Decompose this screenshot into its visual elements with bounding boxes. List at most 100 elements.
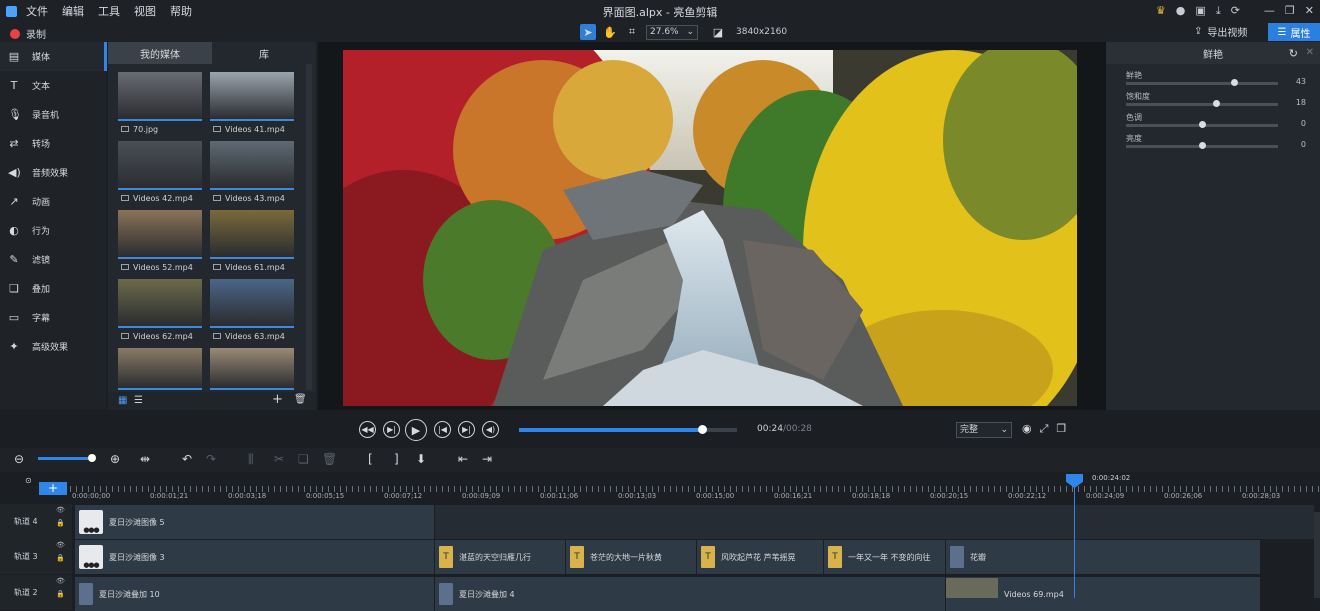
media-thumbnail[interactable]: 70.jpg (118, 72, 202, 138)
timeline-clip[interactable]: 花瓣 (945, 540, 1260, 574)
pointer-icon[interactable]: ➤ (580, 24, 596, 40)
property-slider[interactable]: 鲜艳 43 (1126, 70, 1306, 90)
properties-button[interactable]: ☰ 属性 (1268, 23, 1320, 41)
crown-icon[interactable]: ♛ (1156, 4, 1166, 18)
slider-track[interactable] (1126, 103, 1278, 106)
preview-frame[interactable] (343, 50, 1077, 406)
record-button[interactable]: 录制 (10, 26, 46, 41)
save-icon[interactable]: ▣ (1195, 4, 1205, 18)
media-thumbnail[interactable]: Videos 52.mp4 (118, 210, 202, 276)
timeline-scrollbar[interactable] (1314, 512, 1320, 598)
redo-icon[interactable]: ↷ (206, 452, 216, 466)
account-icon[interactable]: ● (1176, 4, 1186, 18)
nav-item-transition[interactable]: ⇄ 转场 (0, 129, 106, 158)
tab-my-media[interactable]: 我的媒体 (108, 42, 212, 64)
close-panel-icon[interactable]: ✕ (1306, 47, 1314, 58)
minimize-icon[interactable]: — (1264, 4, 1275, 18)
media-thumbnail[interactable]: Videos 61.mp4 (210, 210, 294, 276)
slider-track[interactable] (1126, 82, 1278, 85)
zoom-out-icon[interactable]: ⊖ (14, 452, 24, 466)
nav-item-audio-effect[interactable]: ◀) 音频效果 (0, 158, 106, 187)
list-view-icon[interactable]: ☰ (134, 395, 143, 406)
timeline-clip[interactable]: ●●● 夏日沙滩图像 3 (74, 540, 434, 574)
go-to-start-icon[interactable]: ⇤ (458, 452, 468, 466)
resolution-icon[interactable]: ◪ (710, 24, 726, 40)
delete-icon[interactable]: 🗑 (294, 394, 307, 405)
timeline-clip[interactable]: T 一年又一年 不变的向往 (823, 540, 945, 574)
maximize-icon[interactable]: ❐ (1285, 4, 1295, 18)
visibility-icon[interactable]: 👁 (56, 504, 66, 517)
visibility-icon[interactable]: 👁 (56, 575, 66, 588)
property-slider[interactable]: 亮度 0 (1126, 133, 1306, 153)
volume-icon[interactable]: ◀) (482, 421, 499, 438)
step-forward-icon[interactable]: ▶| (383, 421, 400, 438)
media-thumbnail[interactable]: Videos 41.mp4 (210, 72, 294, 138)
hand-icon[interactable]: ✋ (602, 24, 618, 40)
nav-item-behavior[interactable]: ◐ 行为 (0, 216, 106, 245)
timeline-clip[interactable]: T 风吹起芦花 芦苇摇晃 (696, 540, 823, 574)
quality-select[interactable]: 完整 ⌄ (956, 422, 1012, 438)
mark-out-icon[interactable]: ] (394, 452, 399, 466)
timeline-zoom-knob[interactable] (88, 454, 96, 462)
tab-library[interactable]: 库 (212, 42, 316, 64)
property-slider[interactable]: 饱和度 18 (1126, 91, 1306, 111)
nav-item-media[interactable]: ▤ 媒体 (0, 42, 106, 71)
nav-item-animation[interactable]: ↗ 动画 (0, 187, 106, 216)
media-thumbnail[interactable]: Videos 63.mp4 (210, 279, 294, 345)
split-icon[interactable]: ⫼ (248, 452, 254, 467)
nav-item-subtitle[interactable]: ▭ 字幕 (0, 303, 106, 332)
property-slider[interactable]: 色调 0 (1126, 112, 1306, 132)
media-thumbnail[interactable]: Videos 62.mp4 (118, 279, 202, 345)
sync-icon[interactable]: ⟳ (1231, 4, 1240, 18)
visibility-icon[interactable]: 👁 (56, 539, 66, 552)
magnet-icon[interactable]: ⊙ (25, 476, 32, 485)
copy-icon[interactable]: ❏ (298, 452, 309, 466)
download-icon[interactable]: ⤓ (1216, 4, 1221, 18)
nav-item-text[interactable]: T 文本 (0, 71, 106, 100)
timeline-clip[interactable]: T 苍茫的大地一片秋黄 (565, 540, 696, 574)
lock-icon[interactable]: 🔒 (56, 552, 66, 565)
snapshot-icon[interactable]: ◉ (1022, 422, 1032, 436)
lock-icon[interactable]: 🔒 (56, 517, 66, 530)
timeline-zoom-slider[interactable] (38, 457, 92, 460)
cut-icon[interactable]: ✂ (274, 452, 284, 466)
close-icon[interactable]: ✕ (1305, 4, 1314, 18)
slider-knob[interactable] (1199, 142, 1206, 149)
zoom-select[interactable]: 27.6% ⌄ (646, 24, 698, 40)
detach-preview-icon[interactable]: ❐ (1056, 422, 1066, 436)
slider-knob[interactable] (1212, 100, 1220, 107)
mark-in-icon[interactable]: [ (368, 452, 373, 466)
media-thumbnail[interactable]: Videos 42.mp4 (118, 141, 202, 207)
play-icon[interactable]: ▶ (405, 419, 427, 441)
nav-item-filter[interactable]: ✎ 滤镜 (0, 245, 106, 274)
slider-knob[interactable] (1199, 121, 1206, 128)
undo-icon[interactable]: ↶ (182, 452, 192, 466)
timeline-clip[interactable]: 夏日沙滩叠加 10 (74, 577, 434, 611)
delete-clip-icon[interactable]: 🗑 (322, 452, 337, 466)
grid-view-icon[interactable]: ▦ (118, 395, 127, 406)
export-video-button[interactable]: ⇪ 导出视频 (1194, 24, 1247, 39)
fullscreen-icon[interactable]: ⤢ (1040, 422, 1049, 436)
marker-icon[interactable]: ⬇ (416, 452, 426, 466)
nav-item-overlay[interactable]: ❏ 叠加 (0, 274, 106, 303)
media-thumbnail[interactable]: Videos 43.mp4 (210, 141, 294, 207)
nav-item-recorder[interactable]: 🎙 录音机 (0, 100, 106, 129)
zoom-in-icon[interactable]: ⊕ (110, 452, 120, 466)
timeline-clip[interactable]: ●●● 夏日沙滩图像 5 (74, 505, 434, 539)
add-track-button[interactable]: + (39, 482, 67, 495)
lock-icon[interactable]: 🔒 (56, 588, 66, 601)
timeline-clip[interactable]: 夏日沙滩叠加 4 (434, 577, 945, 611)
add-media-icon[interactable]: + (272, 392, 283, 407)
go-to-end-icon[interactable]: ⇥ (482, 452, 492, 466)
nav-item-advanced-effect[interactable]: ✦ 高级效果 (0, 332, 106, 361)
rewind-icon[interactable]: ◀◀ (359, 421, 376, 438)
timeline-clip-empty[interactable] (434, 505, 1314, 539)
skip-end-icon[interactable]: ▶| (458, 421, 475, 438)
fit-timeline-icon[interactable]: ⇹ (140, 452, 150, 466)
media-scrollbar[interactable] (306, 64, 312, 390)
timeline-clip[interactable]: T 湛蓝的天空归雁几行 (434, 540, 565, 574)
reset-icon[interactable]: ↻ (1289, 47, 1298, 60)
crop-icon[interactable]: ⌗ (624, 24, 640, 40)
skip-start-icon[interactable]: |◀ (434, 421, 451, 438)
slider-knob[interactable] (1230, 79, 1238, 86)
